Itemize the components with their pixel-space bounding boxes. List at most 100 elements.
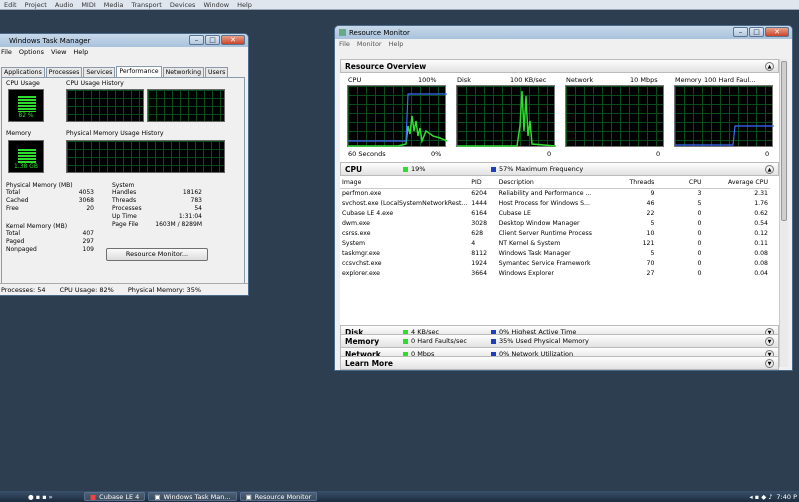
expand-chevron-icon[interactable]: ▼ bbox=[765, 359, 774, 368]
menu-options[interactable]: Options bbox=[19, 48, 44, 56]
scrollbar-thumb[interactable] bbox=[781, 61, 787, 221]
table-cell: Windows Explorer bbox=[498, 270, 554, 278]
tab-users[interactable]: Users bbox=[205, 67, 229, 77]
table-cell: 8112 bbox=[471, 250, 488, 258]
task-manager-statusbar: Processes: 54 CPU Usage: 82% Physical Me… bbox=[0, 283, 248, 295]
clock[interactable]: 7:40 P bbox=[776, 493, 797, 501]
resource-monitor-content: Resource Overview ▲ CPU 100% 60 Seconds … bbox=[340, 59, 779, 367]
menu-media[interactable]: Media bbox=[104, 1, 124, 9]
table-cell: 4 bbox=[471, 240, 476, 248]
graph-network-max: 10 Mbps bbox=[630, 76, 658, 84]
stat-row: Nonpaged 109 bbox=[6, 246, 94, 253]
maximize-button[interactable]: □ bbox=[205, 35, 220, 45]
resource-monitor-window: Resource Monitor – □ ✕ File Monitor Help… bbox=[334, 25, 793, 371]
col-cpu[interactable]: CPU bbox=[656, 178, 704, 189]
menu-midi[interactable]: MIDI bbox=[81, 1, 95, 9]
stat-row: Total 4053 bbox=[6, 189, 94, 196]
menu-edit[interactable]: Edit bbox=[4, 1, 17, 9]
resource-monitor-button[interactable]: Resource Monitor... bbox=[106, 248, 208, 261]
close-button[interactable]: ✕ bbox=[221, 35, 245, 45]
table-cell: explorer.exe bbox=[342, 270, 380, 278]
menu-file[interactable]: File bbox=[1, 48, 12, 56]
table-row[interactable]: taskmgr.exe 8112 Windows Task Manager 5 0 0.0… bbox=[340, 249, 770, 259]
table-cell: 0 bbox=[697, 250, 702, 258]
col-average-cpu[interactable]: Average CPU bbox=[703, 178, 770, 189]
maximize-button[interactable]: □ bbox=[749, 27, 764, 37]
table-cell: 1.76 bbox=[754, 199, 768, 207]
table-cell: svchost.exe (LocalSystemNetworkRest... bbox=[342, 199, 468, 207]
task-manager-tabs: Applications Processes Services Performa… bbox=[1, 66, 229, 77]
cpu-section-title: CPU bbox=[345, 164, 363, 174]
table-row[interactable]: dwm.exe 3028 Desktop Window Manager 5 0 0.54 bbox=[340, 218, 770, 228]
task-manager-titlebar[interactable]: Windows Task Manager – □ ✕ bbox=[0, 34, 248, 47]
learn-more-header[interactable]: Learn More ▼ bbox=[340, 356, 779, 370]
tab-performance[interactable]: Performance bbox=[116, 66, 162, 77]
minimize-button[interactable]: – bbox=[189, 35, 204, 45]
memory-used-info: 35% Used Physical Memory bbox=[491, 337, 589, 345]
table-cell: 6164 bbox=[471, 209, 488, 217]
table-cell: 0 bbox=[697, 209, 702, 217]
col-description[interactable]: Description bbox=[496, 178, 604, 189]
table-row[interactable]: System 4 NT Kernel & System 121 0 0.11 bbox=[340, 238, 770, 248]
table-row[interactable]: Cubase LE 4.exe 6164 Cubase LE 22 0 0.62 bbox=[340, 208, 770, 218]
table-row[interactable]: csrss.exe 628 Client Server Runtime Proces… bbox=[340, 228, 770, 238]
table-cell: 0.04 bbox=[754, 270, 768, 278]
table-row[interactable]: explorer.exe 3664 Windows Explorer 27 0 0.04 bbox=[340, 269, 770, 279]
table-row[interactable]: perfmon.exe 6204 Reliability and Performan… bbox=[340, 188, 770, 198]
tab-applications[interactable]: Applications bbox=[1, 67, 45, 77]
resource-monitor-titlebar[interactable]: Resource Monitor – □ ✕ bbox=[335, 26, 792, 39]
collapse-chevron-icon[interactable]: ▲ bbox=[765, 62, 774, 71]
table-cell: Cubase LE 4.exe bbox=[342, 209, 394, 217]
graph-memory-max: 100 Hard Faul... bbox=[704, 76, 756, 84]
menu-help[interactable]: Help bbox=[389, 40, 404, 48]
menu-transport[interactable]: Transport bbox=[131, 1, 162, 9]
col-image[interactable]: Image bbox=[340, 178, 470, 189]
cpu-process-table: Image PID Description Threads CPU Averag… bbox=[340, 178, 770, 279]
menu-devices[interactable]: Devices bbox=[170, 1, 196, 9]
table-cell: 0.11 bbox=[754, 240, 768, 248]
menu-project[interactable]: Project bbox=[25, 1, 47, 9]
physical-memory-stats: Physical Memory (MB) Total 4053 Cached 306… bbox=[6, 182, 94, 213]
menu-view[interactable]: View bbox=[51, 48, 66, 56]
table-row[interactable]: svchost.exe (LocalSystemNetworkRest... 14… bbox=[340, 198, 770, 208]
menu-monitor[interactable]: Monitor bbox=[357, 40, 382, 48]
graph-network-name: Network bbox=[566, 76, 594, 84]
menu-help[interactable]: Help bbox=[237, 1, 252, 9]
memory-section-header[interactable]: Memory 0 Hard Faults/sec 35% Used Physic… bbox=[340, 334, 779, 348]
table-cell: Client Server Runtime Process bbox=[498, 229, 592, 237]
taskbar-app-cubase[interactable]: ■ Cubase LE 4 bbox=[84, 492, 146, 501]
col-threads[interactable]: Threads bbox=[603, 178, 657, 189]
menu-window[interactable]: Window bbox=[203, 1, 229, 9]
menu-file[interactable]: File bbox=[339, 40, 350, 48]
table-cell: System bbox=[342, 240, 366, 248]
kernel-memory-heading: Kernel Memory (MB) bbox=[6, 223, 68, 230]
tray-icons[interactable]: ◂ ▪ ◆ ♪ bbox=[749, 493, 772, 501]
table-row[interactable]: ccsvchst.exe 1924 Symantec Service Framewo… bbox=[340, 259, 770, 269]
cpu-section-header[interactable]: CPU 19% 57% Maximum Frequency ▲ bbox=[340, 162, 779, 176]
overview-header[interactable]: Resource Overview ▲ bbox=[340, 59, 779, 73]
memory-overview-graph bbox=[674, 85, 774, 147]
taskbar: ● ▪ ▪ » ■ Cubase LE 4 ▣ Windows Task Man..… bbox=[0, 491, 799, 502]
vertical-scrollbar[interactable] bbox=[779, 59, 788, 367]
expand-chevron-icon[interactable]: ▼ bbox=[765, 337, 774, 346]
graph-cpu-name: CPU bbox=[348, 76, 362, 84]
table-cell: 9 bbox=[650, 189, 655, 197]
close-button[interactable]: ✕ bbox=[765, 27, 789, 37]
menu-audio[interactable]: Audio bbox=[55, 1, 73, 9]
minimize-button[interactable]: – bbox=[733, 27, 748, 37]
col-pid[interactable]: PID bbox=[469, 178, 497, 189]
quicklaunch-icons[interactable]: ● ▪ ▪ » bbox=[28, 493, 84, 501]
disk-overview-graph bbox=[456, 85, 557, 147]
tab-networking[interactable]: Networking bbox=[162, 67, 205, 77]
tab-processes[interactable]: Processes bbox=[45, 67, 83, 77]
menu-help[interactable]: Help bbox=[73, 48, 88, 56]
taskbar-app-resource-monitor[interactable]: ▣ Resource Monitor bbox=[239, 492, 318, 501]
tab-services[interactable]: Services bbox=[83, 67, 116, 77]
collapse-chevron-icon[interactable]: ▲ bbox=[765, 165, 774, 174]
table-cell: 0.12 bbox=[754, 229, 768, 237]
memory-faults-info: 0 Hard Faults/sec bbox=[403, 337, 467, 345]
window-title: Resource Monitor bbox=[349, 28, 410, 37]
table-cell: 0 bbox=[697, 229, 702, 237]
cpu-overview-graph bbox=[347, 85, 448, 147]
taskbar-app-taskmanager[interactable]: ▣ Windows Task Man... bbox=[148, 492, 237, 501]
